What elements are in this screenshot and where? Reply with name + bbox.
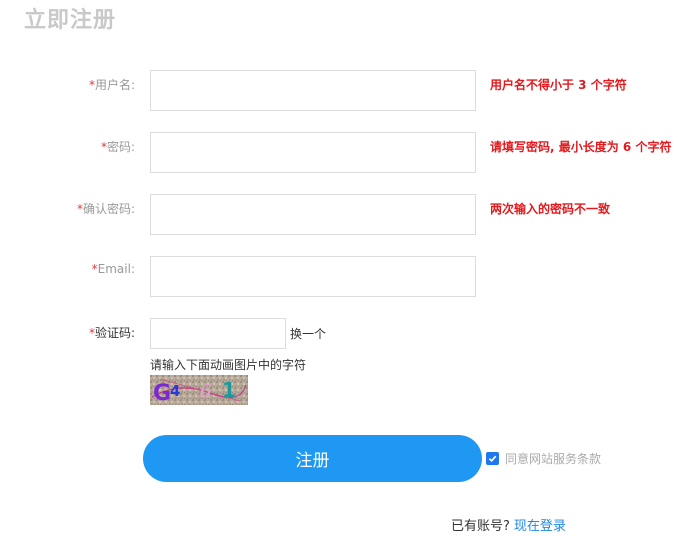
page-title: 立即注册 [24, 8, 117, 33]
agree-checkbox[interactable] [486, 452, 499, 465]
login-question: 已有账号? [451, 519, 510, 534]
password-input[interactable] [150, 132, 476, 173]
confirm-password-label-text: 确认密码: [82, 202, 135, 216]
captcha-hint: 请输入下面动画图片中的字符 [150, 358, 307, 372]
username-label: *用户名: [0, 76, 135, 93]
svg-text:1: 1 [222, 378, 236, 402]
register-button[interactable]: 注册 [143, 435, 482, 482]
captcha-image: G 4 6 1 [150, 375, 248, 405]
email-label: *Email: [0, 262, 135, 276]
email-input[interactable] [150, 256, 476, 297]
confirm-password-input[interactable] [150, 194, 476, 235]
username-label-text: 用户名: [94, 78, 135, 92]
refresh-captcha-link[interactable]: 换一个 [290, 325, 326, 342]
svg-text:6: 6 [200, 381, 211, 402]
username-input[interactable] [150, 70, 476, 111]
password-label-text: 密码: [106, 140, 135, 154]
captcha-label: *验证码: [0, 324, 135, 341]
login-prompt: 已有账号? 现在登录 [451, 515, 566, 534]
captcha-input[interactable] [150, 318, 286, 349]
username-error: 用户名不得小于 3 个字符 [490, 78, 627, 92]
agree-terms-label[interactable]: 同意网站服务条款 [505, 450, 601, 467]
login-link[interactable]: 现在登录 [514, 519, 566, 534]
captcha-label-text: 验证码: [94, 326, 135, 340]
email-label-text: Email: [97, 262, 135, 276]
password-label: *密码: [0, 138, 135, 155]
svg-text:G: G [153, 381, 171, 405]
confirm-password-error: 两次输入的密码不一致 [490, 202, 611, 216]
password-error: 请填写密码, 最小长度为 6 个字符 [490, 140, 672, 154]
agree-terms: 同意网站服务条款 [486, 450, 601, 467]
confirm-password-label: *确认密码: [0, 200, 135, 217]
svg-text:4: 4 [170, 382, 180, 400]
checkmark-icon [488, 455, 497, 463]
